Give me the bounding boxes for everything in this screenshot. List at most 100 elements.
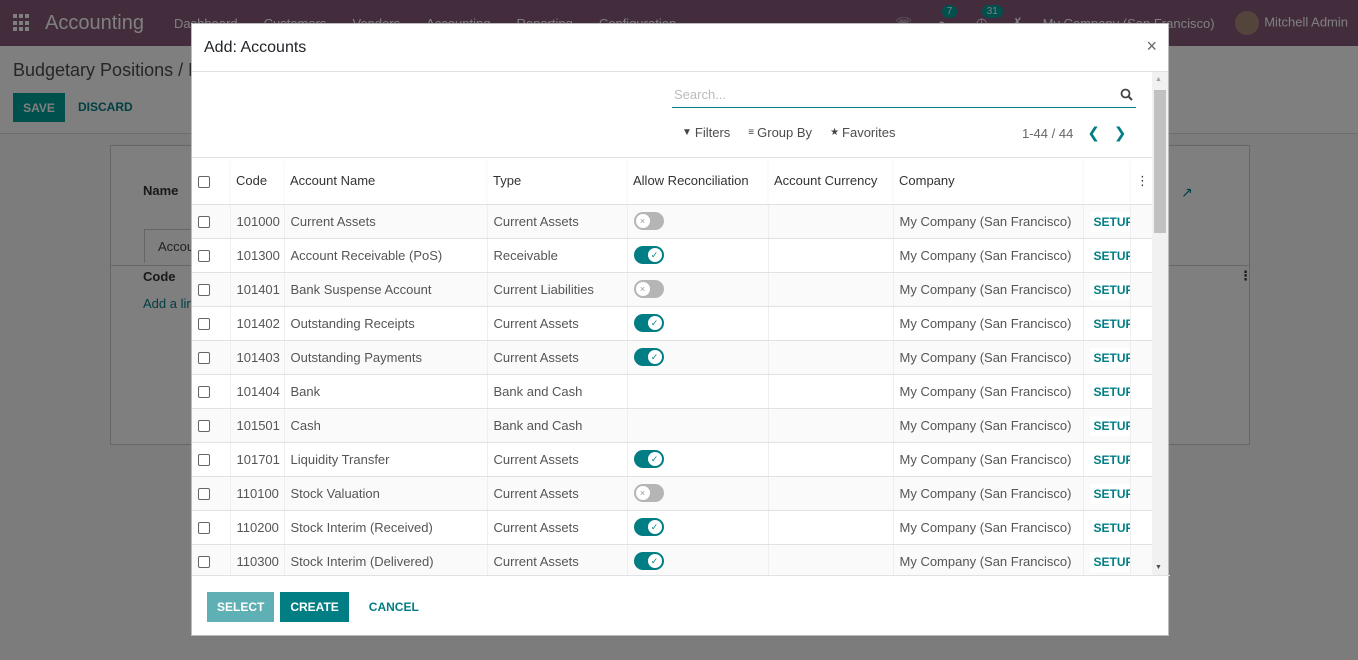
cell-company[interactable]: My Company (San Francisco) — [892, 306, 1083, 341]
cell-account-currency[interactable] — [767, 544, 893, 575]
scroll-down-icon[interactable]: ▼ — [1155, 564, 1162, 571]
cell-account-name[interactable]: Bank Suspense Account — [283, 272, 487, 307]
cell-code[interactable]: 101000 — [229, 204, 284, 239]
cell-account-currency[interactable] — [767, 408, 893, 443]
cell-company[interactable]: My Company (San Francisco) — [892, 510, 1083, 545]
cell-account-currency[interactable] — [767, 340, 893, 375]
cell-account-name[interactable]: Account Receivable (PoS) — [283, 238, 487, 273]
scroll-up-icon[interactable]: ▲ — [1155, 76, 1162, 83]
setup-button[interactable]: SETUP — [1089, 449, 1130, 470]
allow-reconciliation-toggle[interactable]: ✓ — [633, 450, 664, 468]
table-row[interactable]: 101501 Cash Bank and Cash My Company (San F… — [192, 408, 1154, 443]
cell-account-currency[interactable] — [767, 476, 893, 511]
table-row[interactable]: 110200 Stock Interim (Received) Current As… — [192, 510, 1154, 545]
row-checkbox[interactable] — [198, 284, 210, 297]
table-row[interactable]: 101404 Bank Bank and Cash My Company (San F… — [192, 374, 1154, 409]
cell-code[interactable]: 101404 — [229, 374, 284, 409]
close-icon[interactable]: × — [1146, 36, 1157, 57]
optional-columns-icon[interactable]: ⋮ — [1130, 158, 1154, 205]
cell-code[interactable]: 101401 — [229, 272, 284, 307]
row-checkbox[interactable] — [198, 318, 210, 331]
cell-account-currency[interactable] — [767, 272, 893, 307]
cell-type[interactable]: Current Assets — [486, 544, 627, 575]
allow-reconciliation-toggle[interactable]: × — [633, 212, 664, 230]
cell-company[interactable]: My Company (San Francisco) — [892, 272, 1083, 307]
search-icon[interactable] — [1118, 87, 1134, 103]
column-header-allow-reconciliation[interactable]: Allow Reconciliation — [627, 158, 768, 205]
table-row[interactable]: 101000 Current Assets Current Assets × My Co… — [192, 204, 1154, 239]
table-row[interactable]: 110100 Stock Valuation Current Assets × My C… — [192, 476, 1154, 511]
cell-account-name[interactable]: Stock Interim (Received) — [283, 510, 487, 545]
cell-company[interactable]: My Company (San Francisco) — [892, 544, 1083, 575]
chevron-left-icon[interactable]: ❮ — [1087, 124, 1100, 142]
cell-company[interactable]: My Company (San Francisco) — [892, 442, 1083, 477]
table-row[interactable]: 101701 Liquidity Transfer Current Assets ✓ M… — [192, 442, 1154, 477]
row-checkbox[interactable] — [198, 522, 210, 535]
cell-code[interactable]: 110100 — [229, 476, 284, 511]
cell-type[interactable]: Bank and Cash — [486, 374, 627, 409]
chevron-right-icon[interactable]: ❯ — [1114, 124, 1127, 142]
setup-button[interactable]: SETUP — [1089, 483, 1130, 504]
allow-reconciliation-toggle[interactable]: ✓ — [633, 314, 664, 332]
cell-type[interactable]: Current Assets — [486, 306, 627, 341]
table-row[interactable]: 110300 Stock Interim (Delivered) Current A… — [192, 544, 1154, 575]
cancel-button[interactable]: CANCEL — [359, 592, 429, 622]
row-checkbox[interactable] — [198, 454, 210, 467]
cell-account-currency[interactable] — [767, 374, 893, 409]
cell-account-name[interactable]: Stock Valuation — [283, 476, 487, 511]
cell-company[interactable]: My Company (San Francisco) — [892, 476, 1083, 511]
cell-account-currency[interactable] — [767, 238, 893, 273]
column-header-company[interactable]: Company — [893, 158, 1083, 205]
row-checkbox[interactable] — [198, 352, 210, 365]
cell-type[interactable]: Current Assets — [486, 442, 627, 477]
cell-company[interactable]: My Company (San Francisco) — [892, 408, 1083, 443]
cell-account-currency[interactable] — [767, 510, 893, 545]
cell-type[interactable]: Current Assets — [486, 510, 627, 545]
row-checkbox[interactable] — [198, 556, 210, 569]
cell-company[interactable]: My Company (San Francisco) — [892, 340, 1083, 375]
cell-account-name[interactable]: Outstanding Receipts — [283, 306, 487, 341]
allow-reconciliation-toggle[interactable]: ✓ — [633, 246, 664, 264]
cell-type[interactable]: Bank and Cash — [486, 408, 627, 443]
cell-type[interactable]: Current Assets — [486, 476, 627, 511]
setup-button[interactable]: SETUP — [1089, 551, 1130, 572]
row-checkbox[interactable] — [198, 420, 210, 433]
row-checkbox[interactable] — [198, 488, 210, 501]
cell-account-name[interactable]: Bank — [283, 374, 487, 409]
column-header-type[interactable]: Type — [487, 158, 627, 205]
row-checkbox[interactable] — [198, 216, 210, 229]
allow-reconciliation-toggle[interactable]: ✓ — [633, 348, 664, 366]
select-all-checkbox[interactable] — [198, 175, 210, 188]
table-row[interactable]: 101403 Outstanding Payments Current Assets… — [192, 340, 1154, 375]
search-input[interactable] — [672, 87, 1118, 102]
allow-reconciliation-toggle[interactable]: × — [633, 484, 664, 502]
cell-account-name[interactable]: Outstanding Payments — [283, 340, 487, 375]
cell-code[interactable]: 101402 — [229, 306, 284, 341]
column-header-account-name[interactable]: Account Name — [284, 158, 487, 205]
row-checkbox[interactable] — [198, 386, 210, 399]
table-row[interactable]: 101401 Bank Suspense Account Current Liabi… — [192, 272, 1154, 307]
setup-button[interactable]: SETUP — [1089, 211, 1130, 232]
table-row[interactable]: 101402 Outstanding Receipts Current Assets… — [192, 306, 1154, 341]
cell-type[interactable]: Current Assets — [486, 204, 627, 239]
setup-button[interactable]: SETUP — [1089, 279, 1130, 300]
cell-type[interactable]: Receivable — [486, 238, 627, 273]
setup-button[interactable]: SETUP — [1089, 517, 1130, 538]
favorites-button[interactable]: ★ Favorites — [830, 125, 895, 140]
column-header-account-currency[interactable]: Account Currency — [768, 158, 893, 205]
setup-button[interactable]: SETUP — [1089, 245, 1130, 266]
cell-type[interactable]: Current Assets — [486, 340, 627, 375]
list-scrollbar[interactable]: ▲ ▼ — [1152, 72, 1168, 575]
select-button[interactable]: SELECT — [207, 591, 275, 622]
cell-account-currency[interactable] — [767, 306, 893, 341]
scrollbar-thumb[interactable] — [1154, 90, 1166, 233]
setup-button[interactable]: SETUP — [1089, 347, 1130, 368]
column-header-code[interactable]: Code — [230, 158, 284, 205]
setup-button[interactable]: SETUP — [1089, 381, 1130, 402]
cell-account-currency[interactable] — [767, 204, 893, 239]
pager-value[interactable]: 1-44 / 44 — [1022, 126, 1073, 141]
cell-code[interactable]: 110300 — [229, 544, 284, 575]
cell-account-name[interactable]: Stock Interim (Delivered) — [283, 544, 487, 575]
row-checkbox[interactable] — [198, 250, 210, 263]
cell-company[interactable]: My Company (San Francisco) — [892, 238, 1083, 273]
